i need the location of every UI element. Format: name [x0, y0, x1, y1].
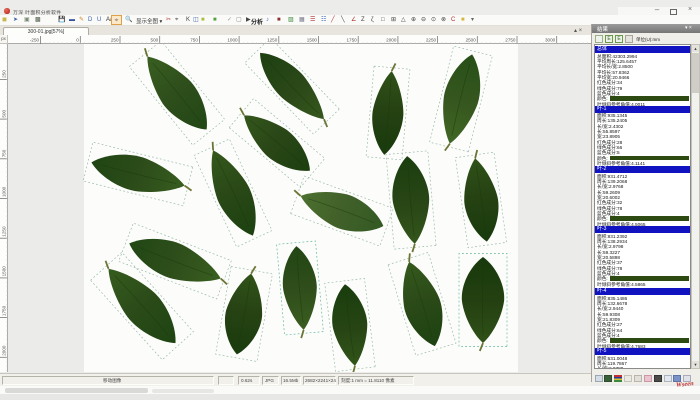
svg-text:250: 250	[111, 38, 119, 43]
svg-text:1500: 1500	[307, 38, 318, 43]
svg-text:500: 500	[2, 109, 7, 117]
svg-text:2750: 2750	[505, 38, 516, 43]
svg-text:1000: 1000	[2, 186, 7, 197]
svg-text:1250: 1250	[2, 226, 7, 237]
svg-text:3000: 3000	[545, 38, 556, 43]
svg-text:2000: 2000	[386, 38, 397, 43]
svg-text:2500: 2500	[466, 38, 477, 43]
svg-text:0: 0	[76, 38, 79, 43]
svg-text:1000: 1000	[227, 38, 238, 43]
svg-text:1500: 1500	[2, 266, 7, 277]
svg-text:1750: 1750	[346, 38, 357, 43]
svg-text:1750: 1750	[2, 305, 7, 316]
svg-text:750: 750	[190, 38, 198, 43]
svg-text:750: 750	[2, 149, 7, 157]
svg-text:2250: 2250	[426, 38, 437, 43]
svg-text:-250: -250	[30, 38, 40, 43]
svg-text:2000: 2000	[2, 345, 7, 356]
svg-text:250: 250	[2, 70, 7, 78]
svg-text:500: 500	[151, 38, 159, 43]
svg-text:1250: 1250	[267, 38, 278, 43]
